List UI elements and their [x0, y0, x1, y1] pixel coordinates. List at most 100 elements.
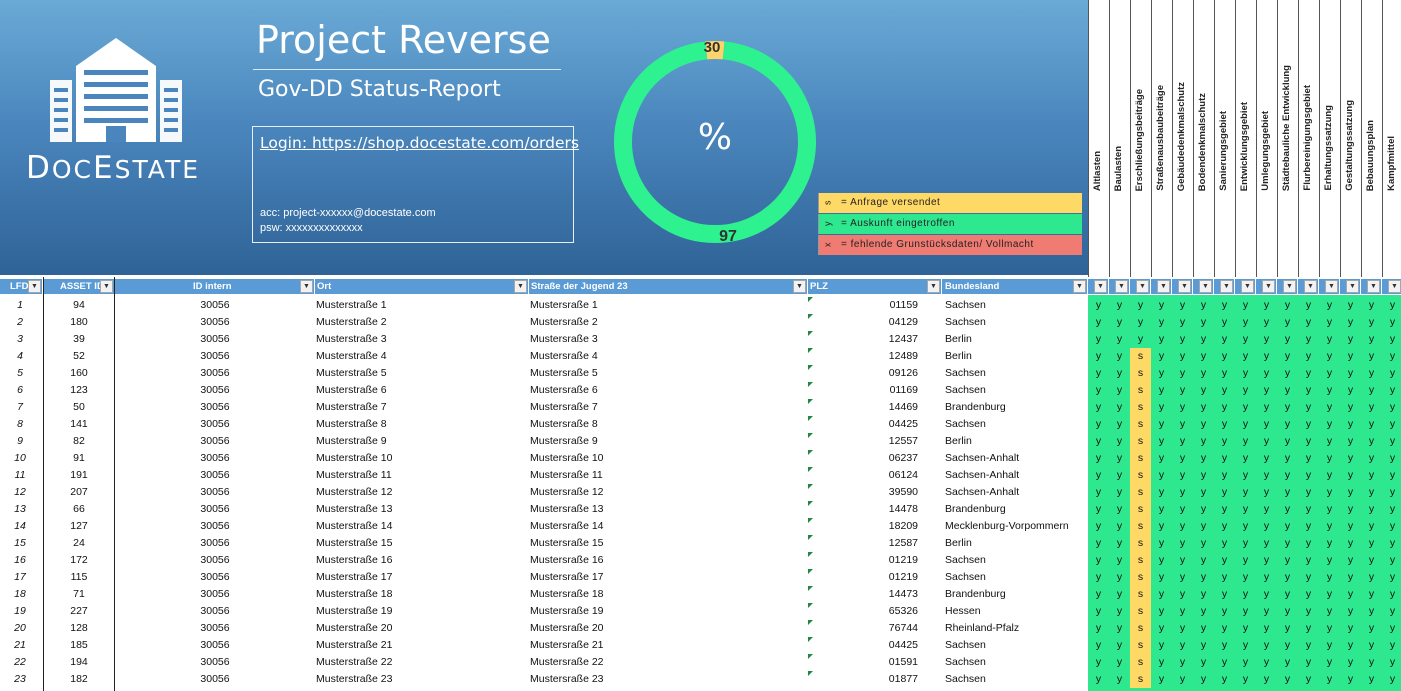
status-cell[interactable]: y	[1109, 518, 1130, 535]
status-cell[interactable]: y	[1172, 297, 1193, 314]
status-cell[interactable]: y	[1319, 518, 1340, 535]
status-cell[interactable]: y	[1151, 552, 1172, 569]
status-cell[interactable]: y	[1340, 467, 1361, 484]
status-cell[interactable]: y	[1361, 586, 1382, 603]
status-cell[interactable]: y	[1361, 416, 1382, 433]
status-cell[interactable]: y	[1109, 382, 1130, 399]
status-cell[interactable]: y	[1109, 399, 1130, 416]
table-row[interactable]: 1 94 30056 Musterstraße 1 Mustersraße 1 …	[0, 297, 1401, 314]
status-cell[interactable]: y	[1193, 365, 1214, 382]
status-cell[interactable]: y	[1340, 586, 1361, 603]
status-cell[interactable]: y	[1193, 586, 1214, 603]
table-row[interactable]: 16 172 30056 Musterstraße 16 Mustersraße…	[0, 552, 1401, 569]
status-cell[interactable]: y	[1193, 501, 1214, 518]
status-cell[interactable]: y	[1256, 535, 1277, 552]
table-row[interactable]: 13 66 30056 Musterstraße 13 Mustersraße …	[0, 501, 1401, 518]
status-cell[interactable]: y	[1298, 467, 1319, 484]
status-cell[interactable]: y	[1361, 433, 1382, 450]
status-cell[interactable]: y	[1151, 586, 1172, 603]
status-cell[interactable]: y	[1382, 620, 1401, 637]
status-cell[interactable]: y	[1298, 416, 1319, 433]
status-cell[interactable]: y	[1361, 501, 1382, 518]
status-cell[interactable]: y	[1151, 433, 1172, 450]
status-cell[interactable]: y	[1088, 637, 1109, 654]
status-cell[interactable]: y	[1277, 484, 1298, 501]
filter-dropdown-icon[interactable]: ▼	[1178, 280, 1191, 293]
status-cell[interactable]: y	[1298, 382, 1319, 399]
status-cell[interactable]: y	[1361, 603, 1382, 620]
status-cell[interactable]: y	[1193, 450, 1214, 467]
status-cell[interactable]: y	[1214, 382, 1235, 399]
status-cell[interactable]: y	[1214, 501, 1235, 518]
status-cell[interactable]: y	[1151, 518, 1172, 535]
status-cell[interactable]: y	[1361, 637, 1382, 654]
status-cell[interactable]: y	[1319, 382, 1340, 399]
status-cell[interactable]: y	[1151, 603, 1172, 620]
status-cell[interactable]: y	[1172, 314, 1193, 331]
status-cell[interactable]: y	[1172, 637, 1193, 654]
status-cell[interactable]: y	[1088, 518, 1109, 535]
status-cell[interactable]: y	[1340, 433, 1361, 450]
filter-dropdown-icon[interactable]: ▼	[300, 280, 313, 293]
status-cell[interactable]: y	[1298, 552, 1319, 569]
status-cell[interactable]: y	[1151, 348, 1172, 365]
status-cell[interactable]: y	[1172, 467, 1193, 484]
status-cell[interactable]: y	[1151, 331, 1172, 348]
status-cell[interactable]: y	[1235, 297, 1256, 314]
status-cell[interactable]: y	[1151, 450, 1172, 467]
status-cell[interactable]: y	[1235, 382, 1256, 399]
status-cell[interactable]: y	[1235, 348, 1256, 365]
status-cell[interactable]: y	[1361, 620, 1382, 637]
status-cell[interactable]: y	[1298, 586, 1319, 603]
status-cell[interactable]: y	[1214, 297, 1235, 314]
status-cell[interactable]: y	[1382, 603, 1401, 620]
status-cell[interactable]: y	[1256, 331, 1277, 348]
status-cell[interactable]: y	[1214, 450, 1235, 467]
status-cell[interactable]: y	[1361, 535, 1382, 552]
status-cell[interactable]: y	[1298, 365, 1319, 382]
status-cell[interactable]: y	[1277, 416, 1298, 433]
status-cell[interactable]: y	[1088, 535, 1109, 552]
status-cell[interactable]: y	[1277, 586, 1298, 603]
status-cell[interactable]: y	[1235, 399, 1256, 416]
status-cell[interactable]: y	[1088, 654, 1109, 671]
status-cell[interactable]: y	[1172, 331, 1193, 348]
filter-dropdown-icon[interactable]: ▼	[1367, 280, 1380, 293]
status-cell[interactable]: s	[1130, 586, 1151, 603]
status-cell[interactable]: y	[1298, 671, 1319, 688]
status-cell[interactable]: s	[1130, 467, 1151, 484]
status-cell[interactable]: y	[1214, 314, 1235, 331]
status-cell[interactable]: y	[1193, 637, 1214, 654]
status-cell[interactable]: y	[1109, 654, 1130, 671]
status-cell[interactable]: y	[1109, 365, 1130, 382]
status-cell[interactable]: y	[1277, 501, 1298, 518]
status-cell[interactable]: y	[1361, 314, 1382, 331]
status-cell[interactable]: y	[1214, 433, 1235, 450]
status-cell[interactable]: s	[1130, 484, 1151, 501]
status-cell[interactable]: y	[1319, 620, 1340, 637]
status-cell[interactable]: y	[1109, 671, 1130, 688]
status-cell[interactable]: y	[1256, 501, 1277, 518]
status-cell[interactable]: y	[1361, 382, 1382, 399]
status-cell[interactable]: y	[1382, 501, 1401, 518]
status-cell[interactable]: y	[1214, 348, 1235, 365]
status-cell[interactable]: y	[1130, 314, 1151, 331]
status-cell[interactable]: y	[1382, 297, 1401, 314]
filter-dropdown-icon[interactable]: ▼	[1094, 280, 1107, 293]
status-cell[interactable]: y	[1340, 416, 1361, 433]
status-cell[interactable]: y	[1172, 671, 1193, 688]
status-cell[interactable]: y	[1319, 450, 1340, 467]
status-cell[interactable]: y	[1277, 603, 1298, 620]
table-row[interactable]: 23 182 30056 Musterstraße 23 Mustersraße…	[0, 671, 1401, 688]
status-cell[interactable]: y	[1340, 399, 1361, 416]
status-cell[interactable]: y	[1277, 297, 1298, 314]
status-cell[interactable]: y	[1109, 450, 1130, 467]
status-cell[interactable]: y	[1109, 552, 1130, 569]
status-cell[interactable]: s	[1130, 365, 1151, 382]
status-cell[interactable]: y	[1151, 671, 1172, 688]
table-row[interactable]: 7 50 30056 Musterstraße 7 Mustersraße 7 …	[0, 399, 1401, 416]
status-cell[interactable]: y	[1298, 637, 1319, 654]
status-cell[interactable]: y	[1256, 382, 1277, 399]
status-cell[interactable]: y	[1088, 297, 1109, 314]
filter-dropdown-icon[interactable]: ▼	[100, 280, 113, 293]
